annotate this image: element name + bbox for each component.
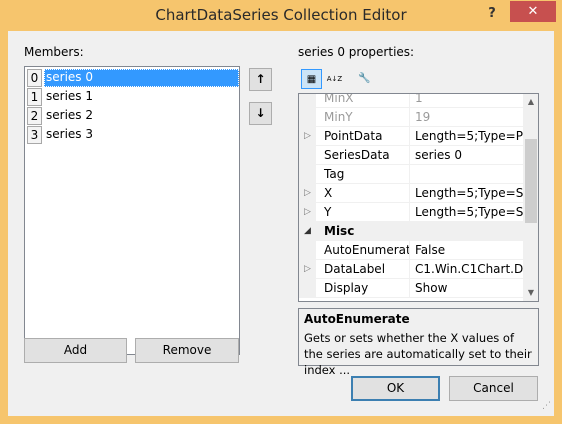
categorized-button[interactable]: ▦ <box>301 69 322 89</box>
expand-icon <box>299 279 316 298</box>
sort-alphabetical-icon: A↓Z <box>326 75 343 83</box>
property-name: Display <box>316 279 410 298</box>
expand-icon <box>299 165 316 184</box>
property-row-y[interactable]: ▷ Y Length=5;Type=Sing <box>299 203 523 222</box>
arrow-up-icon: ↑ <box>255 72 266 86</box>
scrollbar-thumb[interactable] <box>525 139 537 223</box>
member-name[interactable]: series 1 <box>44 88 239 106</box>
property-value[interactable]: Show <box>410 279 523 298</box>
property-name: AutoEnumerate <box>316 241 410 260</box>
scroll-down-icon[interactable]: ▼ <box>523 285 538 301</box>
property-value[interactable]: Length=5;Type=Sing <box>410 203 523 222</box>
arrow-down-icon: ↓ <box>255 106 266 120</box>
property-row-autoenumerate[interactable]: AutoEnumerate False <box>299 241 523 260</box>
category-name: Misc <box>324 224 355 238</box>
property-value[interactable]: Length=5;Type=Sing <box>410 184 523 203</box>
help-button[interactable]: ? <box>478 4 506 24</box>
description-panel: AutoEnumerate Gets or sets whether the X… <box>298 308 539 377</box>
members-label: Members: <box>24 45 84 59</box>
properties-label: series 0 properties: <box>298 45 415 59</box>
property-grid-rows: MinX 1 MinY 19 ▷ PointData Length=5;Type… <box>299 94 523 301</box>
expand-icon <box>299 241 316 260</box>
member-index: 0 <box>27 69 42 87</box>
member-name[interactable]: series 3 <box>44 126 239 144</box>
expand-icon[interactable]: ▷ <box>299 260 316 279</box>
property-name: DataLabel <box>316 260 410 279</box>
member-item[interactable]: 1 series 1 <box>27 88 239 106</box>
member-item[interactable]: 0 series 0 <box>27 69 239 87</box>
remove-button[interactable]: Remove <box>135 338 239 363</box>
description-title: AutoEnumerate <box>304 312 410 326</box>
dialog-client-area: Members: 0 series 0 1 series 1 2 series … <box>8 31 554 416</box>
wrench-icon: 🔧 <box>358 73 371 84</box>
title-bar[interactable]: ChartDataSeries Collection Editor ? ✕ <box>0 0 562 31</box>
move-down-button[interactable]: ↓ <box>249 102 272 125</box>
ok-button[interactable]: OK <box>351 376 440 401</box>
property-grid[interactable]: MinX 1 MinY 19 ▷ PointData Length=5;Type… <box>298 93 539 302</box>
property-row-tag[interactable]: Tag <box>299 165 523 184</box>
property-row-display[interactable]: Display Show <box>299 279 523 298</box>
property-grid-scrollbar[interactable]: ▲ ▼ <box>523 94 538 301</box>
move-up-button[interactable]: ↑ <box>249 68 272 91</box>
property-name: Y <box>316 203 410 222</box>
alphabetical-button[interactable]: A↓Z <box>324 69 345 89</box>
property-row-seriesdata[interactable]: SeriesData series 0 <box>299 146 523 165</box>
description-text: Gets or sets whether the X values of the… <box>304 331 532 377</box>
property-value[interactable]: 1 <box>410 94 523 108</box>
property-name: MinY <box>316 108 410 127</box>
property-name: SeriesData <box>316 146 410 165</box>
member-index: 3 <box>27 126 42 144</box>
property-name: Tag <box>316 165 410 184</box>
expand-icon <box>299 94 316 108</box>
member-index: 1 <box>27 88 42 106</box>
categorized-icon: ▦ <box>306 74 317 85</box>
property-row-pointdata[interactable]: ▷ PointData Length=5;Type=Poin <box>299 127 523 146</box>
resize-grip-icon[interactable]: ⋰ <box>542 401 552 411</box>
property-row-minx[interactable]: MinX 1 <box>299 94 523 108</box>
property-value[interactable] <box>410 165 523 184</box>
property-name: PointData <box>316 127 410 146</box>
add-button[interactable]: Add <box>24 338 127 363</box>
scroll-up-icon[interactable]: ▲ <box>523 94 538 110</box>
property-value[interactable]: C1.Win.C1Chart.Data <box>410 260 523 279</box>
property-pages-button[interactable]: 🔧 <box>354 69 375 89</box>
property-row-miny[interactable]: MinY 19 <box>299 108 523 127</box>
members-list[interactable]: 0 series 0 1 series 1 2 series 2 3 serie… <box>24 66 240 355</box>
expand-icon[interactable]: ▷ <box>299 203 316 222</box>
category-row-misc[interactable]: ◢ Misc <box>299 222 523 241</box>
collapse-icon[interactable]: ◢ <box>299 222 316 241</box>
property-value[interactable]: Length=5;Type=Poin <box>410 127 523 146</box>
member-name[interactable]: series 2 <box>44 107 239 125</box>
collection-editor-window: ChartDataSeries Collection Editor ? ✕ Me… <box>0 0 562 424</box>
property-row-datalabel[interactable]: ▷ DataLabel C1.Win.C1Chart.Data <box>299 260 523 279</box>
member-item[interactable]: 3 series 3 <box>27 126 239 144</box>
property-name: MinX <box>316 94 410 108</box>
property-name: X <box>316 184 410 203</box>
member-name[interactable]: series 0 <box>44 69 239 87</box>
member-index: 2 <box>27 107 42 125</box>
expand-icon <box>299 146 316 165</box>
cancel-button[interactable]: Cancel <box>449 376 538 401</box>
property-value[interactable]: series 0 <box>410 146 523 165</box>
expand-icon[interactable]: ▷ <box>299 184 316 203</box>
close-button[interactable]: ✕ <box>510 1 556 22</box>
member-item[interactable]: 2 series 2 <box>27 107 239 125</box>
expand-icon[interactable]: ▷ <box>299 127 316 146</box>
property-value[interactable]: 19 <box>410 108 523 127</box>
expand-icon <box>299 108 316 127</box>
property-value[interactable]: False <box>410 241 523 260</box>
property-row-x[interactable]: ▷ X Length=5;Type=Sing <box>299 184 523 203</box>
